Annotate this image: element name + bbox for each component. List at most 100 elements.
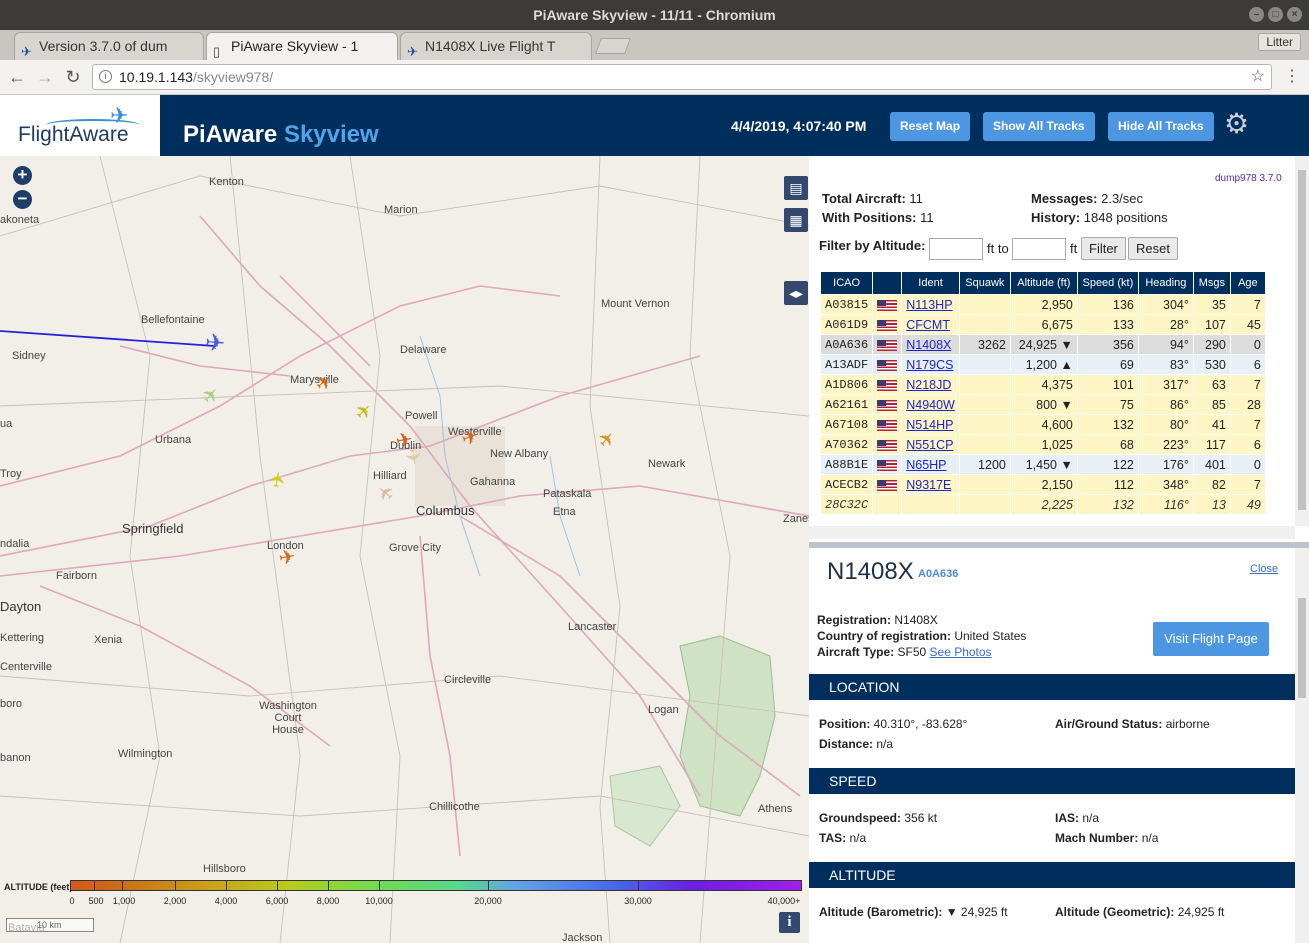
data-cell: 69 [1077, 355, 1138, 374]
aircraft-marker-icon[interactable]: ✈ [400, 447, 425, 467]
table-row[interactable]: 28C32C 2,225 132 116° 13 49 [821, 495, 1265, 514]
city-label: Gahanna [470, 476, 516, 488]
data-cell: 0 [1230, 455, 1265, 474]
column-header[interactable]: Ident [902, 272, 959, 294]
ident-link[interactable]: N514HP [906, 418, 953, 432]
maximize-icon[interactable]: □ [1268, 7, 1283, 22]
back-icon[interactable]: ← [6, 66, 28, 88]
close-selected-link[interactable]: Close [1250, 563, 1278, 575]
aircraft-table-body: A03815 N113HP 2,950 136 304° 35 7 A061D9 CFCMT 6,… [821, 295, 1265, 514]
tab-n1408x-live-flight[interactable]: ✈ N1408X Live Flight T [400, 32, 592, 60]
column-header[interactable]: ICAO [821, 272, 873, 294]
map-layers-icon[interactable]: ▤ [784, 176, 808, 200]
visit-flight-page-button[interactable]: Visit Flight Page [1153, 622, 1269, 656]
ident-cell: N65HP [902, 455, 959, 474]
history-stat: History: 1848 positions [1031, 210, 1168, 225]
data-cell: 2,150 [1010, 475, 1077, 494]
bookmark-star-icon[interactable]: ☆ [1251, 65, 1265, 89]
map-view[interactable]: Kenton Marion Bellefontaine Delaware Mou… [0, 156, 809, 943]
ident-link[interactable]: N551CP [906, 438, 953, 452]
altitude-min-input[interactable] [929, 238, 983, 260]
tab-piaware-skyview[interactable]: ▯ PiAware Skyview - 1 [206, 32, 398, 60]
altitude-legend: ALTITUDE (feet) 0 500 1,000 2,000 4,000 … [0, 878, 809, 918]
zoom-out-button[interactable]: − [13, 190, 32, 209]
site-info-icon[interactable]: i [99, 70, 112, 83]
field-value: N1408X [894, 613, 938, 627]
reset-filter-button[interactable]: Reset [1128, 237, 1178, 260]
icao-cell: ACECB2 [821, 475, 873, 494]
table-row[interactable]: A061D9 CFCMT 6,675 133 28° 107 45 [821, 315, 1265, 334]
tab-label: PiAware Skyview - 1 [231, 38, 359, 54]
table-row[interactable]: A03815 N113HP 2,950 136 304° 35 7 [821, 295, 1265, 314]
messages-stat: Messages: 2.3/sec [1031, 191, 1143, 206]
aircraft-list-panel: dump978 3.7.0 Total Aircraft: 11 With Po… [809, 156, 1295, 539]
table-row[interactable]: A88B1E N65HP 1200 1,450 ▼ 122 176° 401 0 [821, 455, 1265, 474]
reset-map-button[interactable]: Reset Map [890, 112, 971, 141]
new-tab-button[interactable] [595, 38, 631, 54]
field-label: TAS: [819, 831, 847, 845]
field-value: n/a [876, 737, 894, 751]
grid-toggle-icon[interactable]: ▦ [784, 208, 808, 232]
reload-icon[interactable]: ↻ [62, 66, 84, 88]
aircraft-list-scrollbar[interactable] [1295, 156, 1309, 526]
show-all-tracks-button[interactable]: Show All Tracks [983, 112, 1095, 141]
data-cell: 75 [1077, 395, 1138, 414]
table-row[interactable]: ACECB2 N9317E 2,150 112 348° 82 7 [821, 475, 1265, 494]
settings-gear-icon[interactable]: ⚙ [1224, 110, 1249, 138]
flightaware-logo[interactable]: ✈ FlightAware [0, 95, 160, 156]
city-label: banon [0, 752, 31, 764]
ident-cell: N218JD [902, 375, 959, 394]
column-header[interactable]: Msgs [1193, 272, 1230, 294]
ident-link[interactable]: N4940W [906, 398, 955, 412]
close-window-icon[interactable]: × [1287, 7, 1302, 22]
column-header[interactable]: Altitude (ft) [1010, 272, 1077, 294]
ident-link[interactable]: CFCMT [906, 318, 950, 332]
see-photos-link[interactable]: See Photos [930, 645, 992, 659]
aircraft-marker-selected-icon[interactable]: ✈ [204, 329, 226, 357]
expand-sidebar-icon[interactable]: ◂▸ [784, 281, 808, 305]
table-row[interactable]: A62161 N4940W 800 ▼ 75 86° 85 28 [821, 395, 1265, 414]
table-row[interactable]: A13ADF N179CS 1,200 ▲ 69 83° 530 6 [821, 355, 1265, 374]
data-cell: 1200 [959, 455, 1010, 474]
table-row[interactable]: A0A636 N1408X 3262 24,925 ▼ 356 94° 290 0 [821, 335, 1265, 354]
litter-button[interactable]: Litter [1258, 33, 1301, 51]
tab-strip: ✈ Version 3.7.0 of dum ▯ PiAware Skyview… [0, 30, 1309, 60]
column-header[interactable]: Speed (kt) [1077, 272, 1138, 294]
ident-link[interactable]: N9317E [906, 478, 951, 492]
aircraft-marker-icon[interactable]: ✈ [277, 546, 297, 571]
app-title-piaware: PiAware [183, 121, 278, 148]
ident-link[interactable]: N113HP [906, 298, 952, 312]
forward-icon[interactable]: → [34, 66, 56, 88]
altitude-max-input[interactable] [1012, 238, 1066, 260]
column-header[interactable]: Squawk [959, 272, 1010, 294]
browser-menu-icon[interactable]: ⋮ [1284, 66, 1300, 88]
ident-link[interactable]: N65HP [906, 458, 946, 472]
aircraft-marker-icon[interactable]: ✈ [266, 470, 291, 490]
column-header[interactable] [873, 272, 902, 294]
selected-panel-scrollbar[interactable] [1295, 548, 1309, 943]
scrollbar-thumb[interactable] [1298, 598, 1306, 698]
horizontal-scrollbar[interactable] [809, 526, 1295, 539]
filter-button[interactable]: Filter [1081, 237, 1126, 260]
ident-link[interactable]: N1408X [906, 338, 951, 352]
column-header[interactable]: Age [1230, 272, 1265, 294]
ident-link[interactable]: N218JD [906, 378, 951, 392]
address-bar[interactable]: i 10.19.1.143/skyview978/ ☆ [92, 64, 1272, 90]
ident-link[interactable]: N179CS [906, 358, 953, 372]
city-label: Kettering [0, 632, 45, 644]
zoom-in-button[interactable]: + [13, 166, 32, 185]
scrollbar-thumb[interactable] [1298, 170, 1306, 510]
us-flag-icon [877, 439, 898, 451]
table-row[interactable]: A1D806 N218JD 4,375 101 317° 63 7 [821, 375, 1265, 394]
tab-dump978-version[interactable]: ✈ Version 3.7.0 of dum [14, 32, 204, 60]
city-label: Centerville [0, 661, 52, 673]
version-link[interactable]: dump978 3.7.0 [1215, 173, 1282, 184]
table-row[interactable]: A67108 N514HP 4,600 132 80° 41 7 [821, 415, 1265, 434]
map-info-icon[interactable]: i [779, 912, 800, 933]
column-header[interactable]: Heading [1138, 272, 1193, 294]
field-label: Altitude (Geometric): [1055, 905, 1175, 919]
table-row[interactable]: A70362 N551CP 1,025 68 223° 117 6 [821, 435, 1265, 454]
minimize-icon[interactable]: – [1249, 7, 1264, 22]
hide-all-tracks-button[interactable]: Hide All Tracks [1108, 112, 1214, 141]
field-label: Country of registration: [817, 629, 951, 643]
